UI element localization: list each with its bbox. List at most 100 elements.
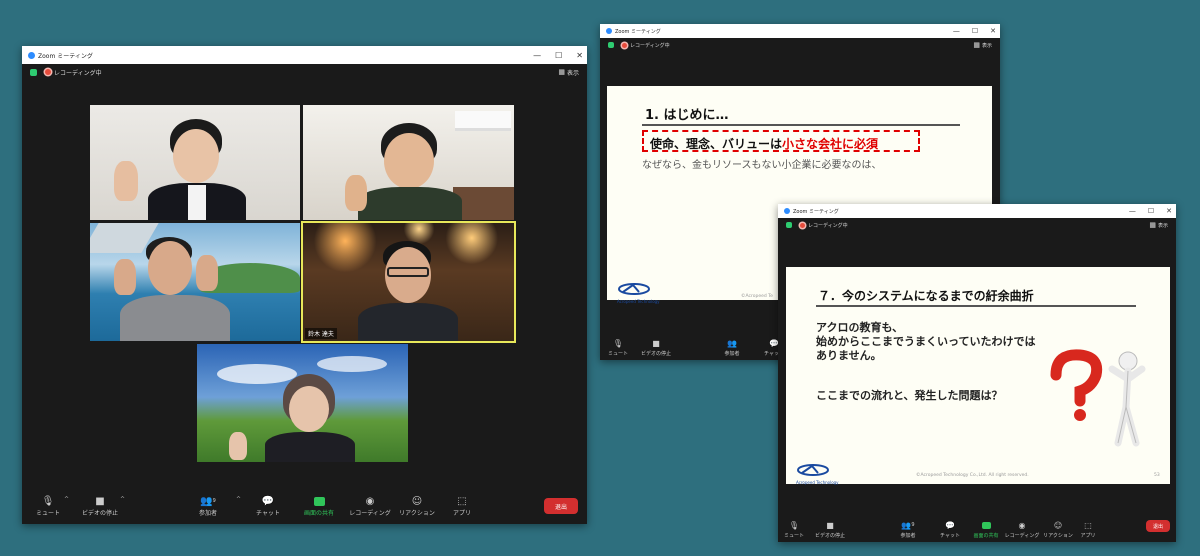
reactions-button[interactable]: ☺ リアクション	[1041, 518, 1075, 540]
participants-button[interactable]: 👥 9 参加者	[893, 518, 923, 540]
apps-button[interactable]: ⬚ アプリ	[440, 494, 484, 518]
apps-icon: ⬚	[457, 495, 467, 507]
video-tile-4[interactable]: 鈴木 達夫	[301, 221, 516, 343]
record-button[interactable]: ◉ レコーディング	[348, 494, 392, 518]
video-tile-2[interactable]	[303, 105, 514, 220]
chat-button[interactable]: 💬 チャット	[246, 494, 290, 518]
participants-button[interactable]: 👥 9 参加者	[186, 494, 230, 518]
meeting-status-bar: レコーディング中 ▦ 表示	[600, 38, 1000, 52]
view-label: 表示	[981, 42, 992, 49]
slide-heading: ７．今のシステムになるまでの紆余曲折	[818, 289, 1034, 303]
view-button[interactable]: ▦ 表示	[1149, 218, 1168, 232]
slide-line-4: ここまでの流れと、発生した問題は？	[816, 389, 1003, 402]
maximize-button[interactable]: ☐	[555, 51, 562, 60]
apps-button[interactable]: ⬚ アプリ	[1076, 518, 1100, 540]
grid-icon: ▦	[1149, 221, 1156, 229]
window-title: Zoom ミーティング	[793, 208, 839, 215]
participants-button[interactable]: 👥 参加者	[717, 336, 747, 358]
chat-button[interactable]: 💬 チャット	[935, 518, 965, 540]
cloud	[317, 356, 387, 372]
reactions-icon: ☺	[1053, 520, 1063, 530]
close-button[interactable]: ✕	[990, 27, 996, 35]
stop-video-button[interactable]: ■ ビデオの停止	[638, 336, 674, 358]
end-meeting-button[interactable]: 退出	[544, 498, 578, 514]
view-label: 表示	[566, 69, 579, 77]
minimize-button[interactable]: —	[1129, 207, 1136, 215]
minimize-button[interactable]: —	[533, 51, 541, 60]
shared-slide: ７．今のシステムになるまでの紆余曲折 アクロの教育も、 始めからここまでうまくい…	[786, 267, 1170, 485]
participants-label: 参加者	[198, 510, 217, 517]
company-logo: Acropeed Technology	[796, 461, 839, 485]
participant-face	[289, 386, 329, 432]
recording-status: レコーディング中	[54, 69, 102, 77]
reactions-label: リアクション	[1043, 533, 1073, 539]
share-screen-icon: ↑	[313, 496, 325, 506]
record-icon: ◉	[365, 495, 375, 507]
stop-video-button[interactable]: ■ ビデオの停止	[812, 518, 848, 540]
chat-label: チャット	[940, 533, 960, 539]
meeting-status-bar: レコーディング中 ▦ 表示	[778, 218, 1176, 232]
end-meeting-button[interactable]: 退出	[1146, 520, 1170, 532]
view-button[interactable]: ▦ 表示	[558, 64, 579, 80]
box-text-plain: 使命、理念、バリューは	[650, 137, 783, 151]
zoom-logo-icon	[606, 28, 612, 34]
participant-body	[120, 295, 230, 341]
copyright-text: ©Acropeed Technology Co.,Ltd. All right …	[916, 473, 1029, 478]
peace-hand	[229, 432, 247, 460]
apps-label: アプリ	[452, 510, 471, 517]
security-shield-icon[interactable]	[30, 68, 37, 76]
close-button[interactable]: ✕	[1166, 207, 1172, 215]
heading-underline	[642, 124, 960, 126]
mute-label: ミュート	[783, 533, 804, 539]
video-tile-5[interactable]	[197, 344, 408, 462]
audio-options-caret[interactable]: ^	[64, 496, 69, 503]
record-label: レコーディング	[1004, 533, 1040, 539]
recording-status: レコーディング中	[630, 42, 670, 49]
mute-label: ミュート	[35, 510, 60, 517]
participants-icon: 👥	[727, 338, 737, 348]
maximize-button[interactable]: ☐	[972, 27, 978, 35]
grid-icon: ▦	[973, 41, 980, 49]
share-screen-button[interactable]: ↑ 画面の共有	[970, 518, 1002, 539]
record-icon: ◉	[1018, 520, 1026, 530]
participant-face	[384, 133, 434, 189]
participants-options-caret[interactable]: ^	[236, 496, 241, 503]
close-button[interactable]: ✕	[576, 51, 583, 60]
peace-hand	[114, 161, 138, 201]
mute-button[interactable]: 🎙 ミュート	[779, 518, 809, 540]
record-button[interactable]: ◉ レコーディング	[1004, 518, 1040, 540]
participant-name-label: 鈴木 達夫	[305, 328, 337, 339]
recording-icon	[622, 42, 627, 48]
highlight-box: 使命、理念、バリューは小さな会社に必須	[642, 130, 920, 152]
apps-icon: ⬚	[1084, 520, 1092, 530]
meeting-status-bar: レコーディング中 ▦ 表示	[22, 64, 587, 80]
apps-label: アプリ	[1080, 533, 1096, 539]
zoom-logo-icon	[28, 51, 35, 59]
share-screen-button[interactable]: ↑ 画面の共有	[297, 494, 341, 517]
air-conditioner	[455, 111, 511, 131]
view-button[interactable]: ▦ 表示	[973, 38, 992, 52]
recording-icon	[800, 222, 805, 228]
reactions-button[interactable]: ☺ リアクション	[395, 494, 439, 518]
logo-swoosh-icon	[618, 283, 650, 295]
security-shield-icon[interactable]	[608, 42, 614, 48]
video-label: ビデオの停止	[81, 510, 118, 517]
video-tile-3[interactable]	[90, 223, 300, 341]
participants-icon: 👥 9	[901, 520, 915, 530]
minimize-button[interactable]: —	[953, 27, 960, 35]
mute-button[interactable]: 🎙 ミュート	[603, 336, 633, 358]
heading-underline	[816, 305, 1136, 307]
zoom-logo-icon	[784, 208, 790, 214]
recording-status: レコーディング中	[808, 222, 848, 229]
title-bar: Zoom ミーティング — ☐ ✕	[22, 46, 587, 64]
maximize-button[interactable]: ☐	[1148, 207, 1154, 215]
view-label: 表示	[1157, 222, 1168, 229]
video-tile-1[interactable]	[90, 105, 300, 220]
zoom-window-slide-2: Zoom ミーティング — ☐ ✕ レコーディング中 ▦ 表示 ７．今のシステム…	[778, 204, 1176, 542]
meeting-toolbar: 🎙 ミュート ^ ■ ビデオの停止 ^ 👥 9 参加者 ^ 💬 チャット ↑ 画面の共有 ◉…	[22, 490, 587, 524]
chat-icon: 💬	[945, 520, 955, 530]
video-camera-icon: ■	[652, 338, 660, 348]
stop-video-button[interactable]: ■ ビデオの停止	[78, 494, 122, 518]
security-shield-icon[interactable]	[786, 222, 792, 228]
video-options-caret[interactable]: ^	[120, 496, 125, 503]
